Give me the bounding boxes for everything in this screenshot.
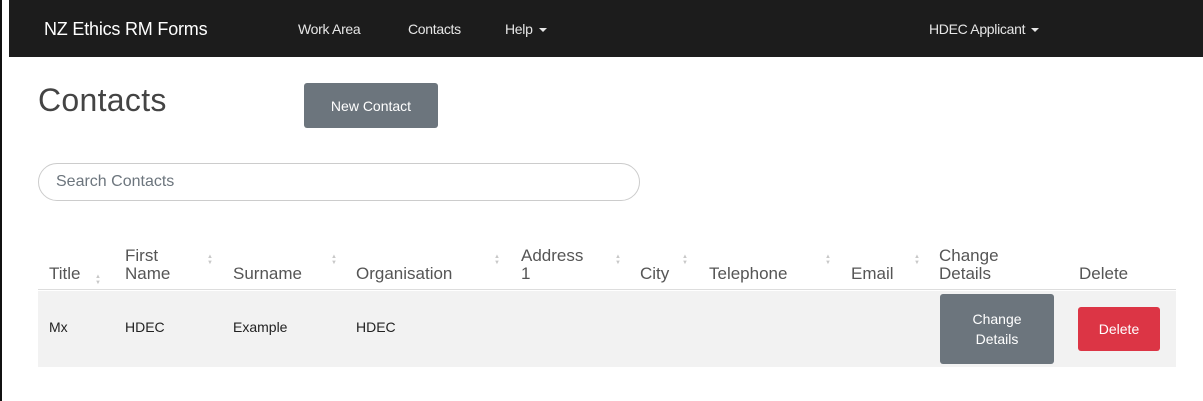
header-telephone[interactable]: Telephone [709, 265, 787, 283]
delete-button[interactable]: Delete [1078, 307, 1160, 351]
change-details-button[interactable]: Change Details [940, 294, 1054, 364]
cell-first-name: HDEC [125, 319, 165, 335]
user-menu-label: HDEC Applicant [929, 21, 1026, 37]
header-title[interactable]: Title [49, 265, 81, 283]
nav-work-area[interactable]: Work Area [298, 21, 361, 37]
search-input[interactable] [38, 163, 640, 201]
window-left-border [0, 0, 2, 401]
table-row: Mx HDEC Example HDEC Change Details Dele… [38, 291, 1176, 367]
caret-down-icon [538, 28, 547, 33]
sort-icon: ▲ ▼ [494, 254, 500, 266]
nav-help-label: Help [505, 21, 533, 37]
header-delete: Delete [1079, 264, 1129, 283]
sort-icon: ▲ ▼ [682, 254, 688, 266]
sort-icon: ▲ ▼ [615, 254, 621, 266]
nav-help[interactable]: Help [505, 21, 547, 37]
new-contact-button[interactable]: New Contact [304, 83, 438, 128]
sort-icon: ▲ ▼ [825, 254, 831, 266]
user-menu[interactable]: HDEC Applicant [929, 21, 1040, 37]
nav-contacts[interactable]: Contacts [408, 21, 461, 37]
header-first-name[interactable]: First Name [125, 247, 170, 283]
sort-icon: ▲ ▼ [914, 254, 920, 266]
sort-icon: ▲ ▼ [331, 254, 337, 266]
page-title: Contacts [38, 82, 167, 118]
cell-organisation: HDEC [356, 319, 396, 335]
brand-link[interactable]: NZ Ethics RM Forms [44, 19, 208, 40]
sort-icon: ▲ ▼ [207, 254, 213, 266]
sort-icon: ▲ ▼ [95, 274, 101, 286]
top-navbar: NZ Ethics RM Forms Work Area Contacts He… [9, 0, 1203, 57]
header-change-details: Change Details [939, 246, 999, 283]
header-email[interactable]: Email [851, 265, 894, 283]
table-header: Title ▲ ▼ First Name ▲ ▼ Surname ▲ ▼ Organi… [38, 238, 1176, 290]
header-organisation[interactable]: Organisation [356, 265, 452, 283]
header-address-1[interactable]: Address 1 [521, 247, 583, 283]
caret-down-icon [1031, 28, 1040, 33]
header-city[interactable]: City [640, 265, 669, 283]
cell-surname: Example [233, 319, 288, 335]
cell-title: Mx [49, 319, 68, 335]
header-surname[interactable]: Surname [233, 265, 302, 283]
